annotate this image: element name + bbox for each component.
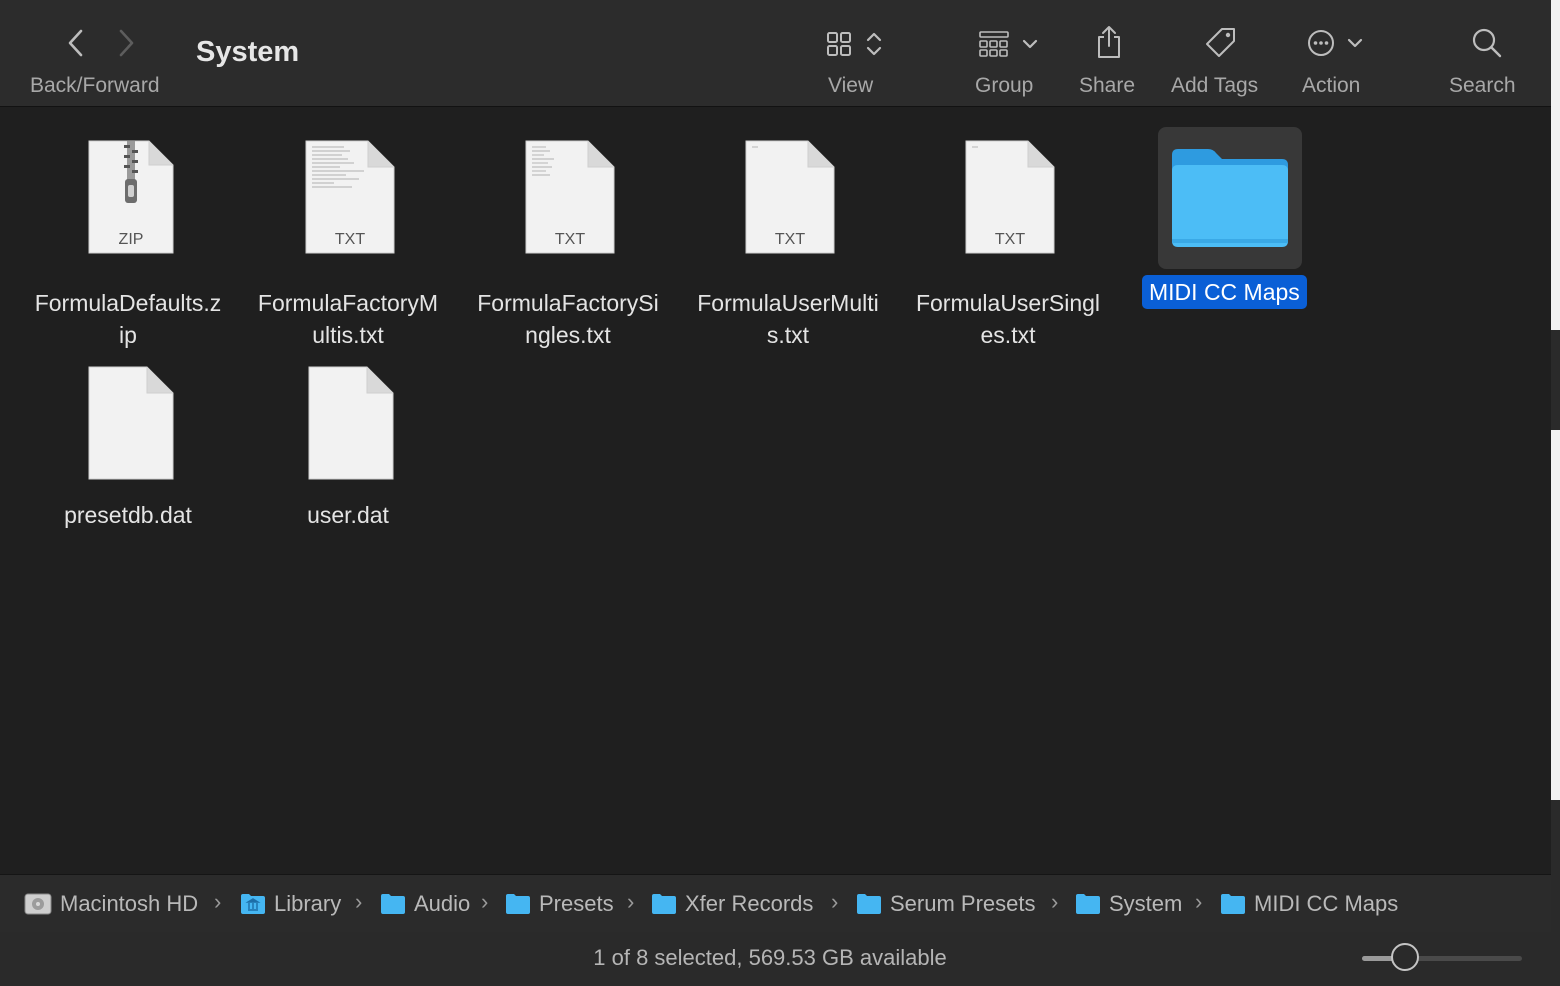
file-item[interactable]: user.dat	[238, 343, 458, 543]
status-bar: 1 of 8 selected, 569.53 GB available	[0, 932, 1551, 986]
file-item[interactable]: TXT FormulaFactorySi ngles.txt	[458, 117, 678, 348]
library-folder-icon	[241, 893, 265, 914]
generic-file-icon	[307, 365, 395, 481]
folder-icon[interactable]	[1168, 147, 1292, 256]
search-label: Search	[1449, 74, 1516, 97]
group-icon[interactable]	[978, 30, 1042, 63]
file-item[interactable]: TXT FormulaFactoryM ultis.txt	[238, 117, 458, 348]
txt-file-icon: TXT	[964, 139, 1056, 255]
folder-icon	[652, 893, 676, 914]
path-separator: ›	[1051, 889, 1059, 914]
folder-icon	[506, 893, 530, 914]
back-icon[interactable]	[64, 28, 88, 63]
action-label: Action	[1302, 74, 1361, 97]
folder-icon	[381, 893, 405, 914]
file-item[interactable]: ZIP FormulaDefaults.z ip	[18, 117, 238, 348]
path-item-presets[interactable]: Presets	[505, 875, 614, 932]
path-item-system[interactable]: System	[1075, 875, 1182, 932]
file-name: FormulaFactorySi ngles.txt	[477, 290, 659, 348]
back-forward-label: Back/Forward	[30, 74, 160, 97]
file-name: FormulaFactoryM ultis.txt	[257, 290, 439, 348]
path-item-xfer-records[interactable]: Xfer Records	[651, 875, 813, 932]
add-tags-label: Add Tags	[1171, 74, 1259, 97]
path-bar: Macintosh HD › Library › Audio › Presets…	[0, 874, 1551, 933]
file-type-badge: TXT	[554, 231, 586, 248]
group-label: Group	[975, 74, 1034, 97]
file-type-badge: TXT	[334, 231, 366, 248]
txt-file-icon: TXT	[304, 139, 396, 255]
path-item-macintosh-hd[interactable]: Macintosh HD	[24, 875, 198, 932]
path-separator: ›	[355, 889, 363, 914]
share-icon[interactable]	[1095, 24, 1123, 65]
file-name: user.dat	[307, 502, 389, 528]
folder-icon	[857, 893, 881, 914]
path-item-library[interactable]: Library	[240, 875, 341, 932]
view-grid-icon[interactable]	[826, 30, 888, 63]
file-type-badge: TXT	[994, 231, 1026, 248]
path-separator: ›	[1195, 889, 1203, 914]
icon-size-slider-thumb[interactable]	[1391, 943, 1420, 971]
txt-file-icon: TXT	[744, 139, 836, 255]
share-label: Share	[1079, 74, 1136, 97]
file-item[interactable]: presetdb.dat	[18, 343, 238, 543]
status-text: 1 of 8 selected, 569.53 GB available	[593, 945, 947, 970]
folder-icon	[1221, 893, 1245, 914]
file-name: FormulaDefaults.z ip	[34, 290, 222, 348]
window-title: System	[196, 36, 300, 68]
file-grid: ZIP FormulaDefaults.z ip TXT FormulaFact…	[0, 107, 1551, 873]
finder-window: Back/Forward System View Group Share Add…	[0, 0, 1552, 986]
txt-file-icon: TXT	[524, 139, 616, 255]
file-name: FormulaUserMulti s.txt	[697, 290, 879, 348]
path-item-audio[interactable]: Audio	[380, 875, 470, 932]
path-separator: ›	[481, 889, 489, 914]
file-type-badge: ZIP	[118, 231, 144, 248]
forward-icon[interactable]	[114, 28, 138, 63]
file-name: FormulaUserSingl es.txt	[915, 290, 1101, 348]
action-ellipsis-icon[interactable]	[1307, 28, 1367, 63]
path-item-serum-presets[interactable]: Serum Presets	[856, 875, 1036, 932]
hard-drive-icon	[24, 893, 52, 914]
path-separator: ›	[831, 889, 839, 914]
zip-file-icon: ZIP	[87, 139, 175, 255]
tag-icon[interactable]	[1204, 26, 1238, 65]
generic-file-icon	[87, 365, 175, 481]
background-window-edge	[1551, 0, 1560, 986]
file-name: presetdb.dat	[64, 502, 192, 528]
selected-folder-name[interactable]: MIDI CC Maps	[1142, 275, 1307, 309]
search-icon[interactable]	[1471, 27, 1503, 64]
file-item[interactable]: TXT FormulaUserSingl es.txt	[898, 117, 1118, 348]
view-label: View	[828, 74, 874, 97]
path-separator: ›	[627, 889, 635, 914]
toolbar: Back/Forward System View Group Share Add…	[0, 0, 1551, 107]
path-separator: ›	[214, 889, 222, 914]
folder-icon	[1076, 893, 1100, 914]
path-item-midi-cc-maps[interactable]: MIDI CC Maps	[1220, 875, 1398, 932]
file-item[interactable]: TXT FormulaUserMulti s.txt	[678, 117, 898, 348]
file-type-badge: TXT	[774, 231, 806, 248]
